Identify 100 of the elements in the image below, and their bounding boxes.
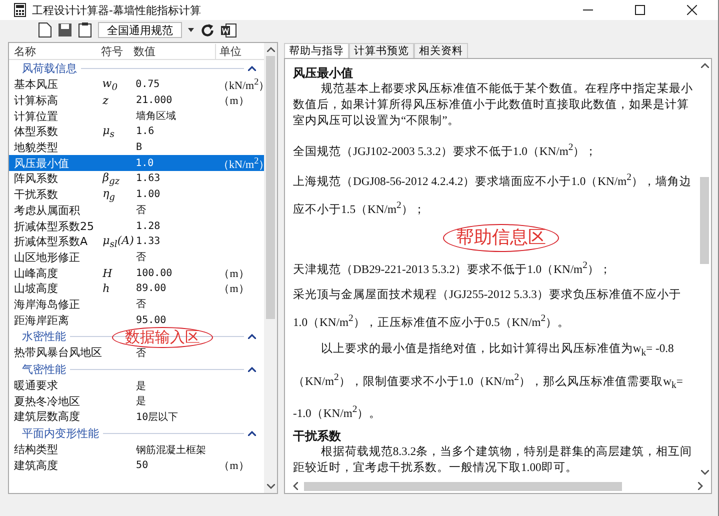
property-value: 墙角区域 [136, 111, 176, 122]
property-name: 地貌类型 [13, 140, 59, 156]
help-heading: 干扰系数 [293, 428, 342, 444]
symbol-text: β$_{gz}$ [102, 170, 120, 184]
help-paragraph: 根据荷载规范8.3.2条，当多个建筑物，特别是群集的高层建筑，相互间距较近时，宜考虑干扰系数。一般情况下取1.00即可。 [293, 444, 694, 476]
collapse-chevron-icon[interactable] [248, 430, 256, 436]
help-paragraph: 天津规范（DB29-221-2013 5.3.2）要求不低于1.0（KN/m$^{2}$）； [293, 258, 612, 278]
property-name: 干扰系数 [13, 187, 59, 202]
property-row[interactable]: 地貌类型 B [9, 140, 264, 156]
section-title[interactable]: 平面内变形性能 [22, 426, 99, 441]
tab[interactable]: 相关资料 [414, 43, 468, 58]
section-title[interactable]: 气密性能 [22, 362, 66, 377]
property-row[interactable]: 结构类型 钢筋混凝土框架 [9, 442, 264, 458]
refresh-icon[interactable] [200, 22, 215, 38]
property-row[interactable]: 干扰系数 η$_{g}$ 1.00 [9, 186, 264, 202]
column-header: 符号 [100, 44, 124, 58]
section-title[interactable]: 水密性能 [22, 329, 66, 344]
vertical-scrollbar[interactable] [264, 43, 277, 493]
scroll-up-icon[interactable] [266, 47, 274, 52]
scroll-right-icon[interactable] [698, 482, 703, 490]
column-header: 数值 [134, 44, 157, 58]
property-row[interactable]: 建筑高度 50 （m） [9, 457, 264, 474]
property-name: 折减体型系数A [13, 234, 89, 250]
window-title: 工程设计计算器-幕墙性能指标计算 [32, 2, 201, 18]
collapse-chevron-icon[interactable] [248, 334, 256, 339]
word-icon[interactable] [221, 22, 237, 38]
property-name: 结构类型 [13, 442, 59, 458]
collapse-chevron-icon[interactable] [248, 66, 256, 71]
property-name: 暖通要求 [13, 378, 59, 394]
property-row[interactable]: 暖通要求 是 [9, 378, 264, 394]
collapse-chevron-icon[interactable] [248, 366, 256, 372]
property-value: 1.0 [136, 158, 154, 169]
property-value: 1.28 [136, 220, 160, 232]
dropdown-arrow-icon[interactable] [188, 28, 194, 32]
property-value: 否 [136, 252, 146, 264]
property-row[interactable]: 阵风系数 β$_{gz}$ 1.63 [9, 171, 264, 187]
tab[interactable]: 计算书预览 [349, 43, 414, 58]
column-header: 名称 [13, 44, 37, 58]
property-name: 建筑高度 [13, 458, 59, 473]
property-row[interactable]: 山区地形修正 否 [9, 250, 264, 266]
standard-dropdown[interactable]: 全国通用规范 [98, 22, 182, 38]
scroll-thumb[interactable] [266, 56, 275, 319]
property-name: 折减体型系数25 [13, 218, 95, 234]
section-title[interactable]: 风荷载信息 [22, 61, 77, 76]
help-paragraph: 全国规范（JGJ102-2003 5.3.2）要求不低于1.0（KN/m$^{2}$）； [293, 141, 598, 160]
property-row[interactable]: 计算标高 z 21.000 （m） [9, 92, 264, 108]
scroll-down-icon[interactable] [266, 484, 274, 489]
property-row[interactable]: 计算位置 墙角区域 [9, 108, 264, 124]
unit-text: （m） [218, 95, 250, 108]
property-value: 1.63 [136, 173, 160, 184]
property-value: 是 [136, 380, 146, 392]
unit-text: （kN/m$^{2}$） [218, 80, 264, 92]
annotation-ellipse: 数据输入区 [112, 327, 213, 348]
unit-text: （m） [218, 460, 250, 472]
symbol-text: w$_{0}$ [102, 76, 118, 90]
property-value: 95.00 [136, 314, 166, 326]
property-name: 海岸海岛修正 [13, 296, 81, 312]
document-icon[interactable] [38, 22, 52, 38]
property-value: B [136, 142, 142, 154]
tab[interactable]: 帮助与指导 [284, 43, 349, 58]
property-value: 是 [136, 396, 146, 408]
property-row[interactable]: 热带风暴台风地区 否 [9, 345, 264, 361]
scroll-up-icon[interactable] [700, 63, 708, 68]
property-row[interactable]: 建筑层数高度 10层以下 [9, 409, 264, 425]
property-row[interactable]: 山坡高度 h 89.00 （m） [9, 280, 264, 297]
unit-text: （m） [218, 283, 250, 296]
annotation-ellipse: 帮助信息区 [443, 224, 559, 252]
scroll-thumb[interactable] [304, 482, 622, 490]
property-row[interactable]: 夏热冬冷地区 是 [9, 393, 264, 410]
property-name: 山区地形修正 [13, 250, 81, 265]
symbol-text: η$_{g}$ [102, 186, 116, 200]
property-row[interactable]: 距海岸距离 95.00 [9, 312, 264, 328]
symbol-text: h [102, 282, 110, 296]
symbol-text: H [102, 266, 112, 280]
property-row[interactable]: 折减体型系数A μ$_{sl}$(A) 1.33 [9, 234, 264, 250]
property-row[interactable]: 基本风压 w$_{0}$ 0.75 （kN/m$^{2}$） [9, 77, 264, 93]
property-name: 计算位置 [13, 108, 59, 124]
property-value: 89.00 [136, 283, 166, 294]
unit-text: （m） [218, 268, 250, 280]
property-row[interactable]: 风压最小值 1.0 （kN/m$^{2}$） [9, 155, 264, 172]
help-paragraph: 规范基本上都要求风压标准值不能低于某个数值。在程序中指定某最小数值后，如果计算所得风压标准值小于此数值时直接取此数值，如果是计算室内风压可以设置为“不限制”。 [293, 81, 694, 129]
help-paragraph: 以上要求的最小值是指绝对值，比如计算得出风压标准值为w$_{k}$= -0.8（KN/m$^{2}$），限制值要求不小于1.0（KN/m$^{2}$），那么风压标准值需要取w$_{k}$= -1.0（KN/m$^{2}$）。 [293, 341, 684, 422]
close-icon [687, 5, 697, 15]
property-row[interactable]: 体型系数 μ$_{s}$ 1.6 [9, 124, 264, 140]
floppy-icon[interactable] [58, 23, 72, 37]
property-name: 建筑层数高度 [13, 409, 81, 424]
symbol-text: μ$_{sl}$(A) [102, 234, 134, 247]
scroll-down-icon[interactable] [700, 470, 708, 475]
scroll-thumb[interactable] [700, 177, 709, 264]
property-value: 50 [136, 460, 148, 471]
property-name: 山峰高度 [13, 266, 59, 281]
property-name: 距海岸距离 [13, 312, 70, 328]
scroll-left-icon[interactable] [293, 482, 298, 490]
property-row[interactable]: 折减体型系数25 1.28 [9, 218, 264, 234]
maximize-icon [635, 5, 645, 15]
property-row[interactable]: 山峰高度 H 100.00 （m） [9, 265, 264, 281]
clipboard-icon[interactable] [78, 22, 92, 38]
property-row[interactable]: 海岸海岛修正 否 [9, 296, 264, 312]
calculator-icon [14, 3, 26, 17]
property-row[interactable]: 考虑从属面积 否 [9, 202, 264, 218]
